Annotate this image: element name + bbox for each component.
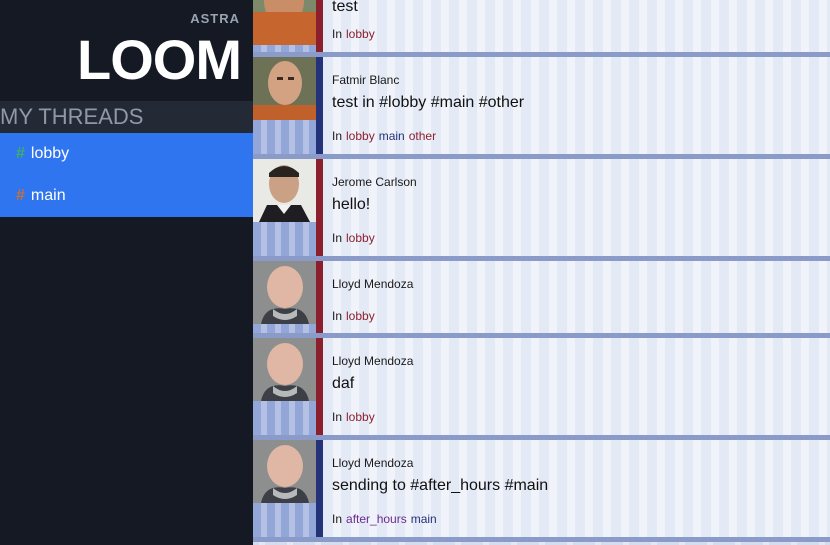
message-item: Fatmir Blanc test in #lobby #main #other…	[253, 57, 830, 154]
divider	[253, 537, 830, 542]
message-item: Jerome Carlson hello! In lobby	[253, 159, 830, 256]
sidebar-item-label: main	[30, 187, 66, 204]
channel-link[interactable]: lobby	[346, 27, 375, 41]
sidebar-item-lobby[interactable]: # lobby	[0, 133, 253, 175]
message-text: test in #lobby #main #other	[332, 94, 525, 111]
thread-list: # lobby # main	[0, 133, 253, 217]
channel-link[interactable]: after_hours	[346, 512, 407, 526]
channel-link[interactable]: lobby	[346, 129, 375, 143]
author-name[interactable]: Lloyd Mendoza	[332, 456, 413, 470]
channel-line: In lobby main other	[332, 129, 437, 143]
author-name[interactable]: Jerome Carlson	[332, 175, 417, 189]
message-item: test In lobby	[253, 0, 830, 52]
brand-logo[interactable]: LOOM	[77, 28, 242, 92]
sidebar: ASTRA LOOM MY THREADS # lobby # main	[0, 0, 253, 545]
channel-line: In lobby	[332, 27, 375, 41]
message-item: Lloyd Mendoza daf In lobby	[253, 338, 830, 435]
author-name[interactable]: Lloyd Mendoza	[332, 277, 413, 291]
channel-link[interactable]: lobby	[346, 309, 375, 323]
channel-line: In lobby	[332, 231, 375, 245]
author-name[interactable]: Fatmir Blanc	[332, 73, 399, 87]
message-text: test	[332, 0, 358, 15]
hash-icon: #	[16, 145, 25, 162]
message-item: Lloyd Mendoza In lobby	[253, 261, 830, 333]
message-text: daf	[332, 375, 355, 392]
avatar[interactable]	[253, 338, 316, 401]
channel-line: In lobby	[332, 410, 375, 424]
avatar[interactable]	[253, 159, 316, 222]
avatar[interactable]	[253, 0, 316, 45]
section-title: MY THREADS	[0, 101, 253, 133]
channel-link[interactable]: main	[379, 129, 405, 143]
channel-link[interactable]: lobby	[346, 410, 375, 424]
message-text: hello!	[332, 196, 371, 213]
sidebar-item-label: lobby	[30, 145, 70, 162]
channel-link[interactable]: other	[409, 129, 436, 143]
brand-subtitle: ASTRA	[190, 11, 240, 26]
author-name[interactable]: Lloyd Mendoza	[332, 354, 413, 368]
sidebar-item-main[interactable]: # main	[0, 175, 253, 217]
avatar[interactable]	[253, 57, 316, 120]
channel-link[interactable]: main	[411, 512, 437, 526]
avatar[interactable]	[253, 261, 316, 324]
message-text: sending to #after_hours #main	[332, 477, 549, 494]
message-item: Lloyd Mendoza sending to #after_hours #m…	[253, 440, 830, 537]
hash-icon: #	[16, 187, 25, 204]
channel-line: In lobby	[332, 309, 375, 323]
channel-link[interactable]: lobby	[346, 231, 375, 245]
channel-line: In after_hours main	[332, 512, 437, 526]
avatar[interactable]	[253, 440, 316, 503]
message-feed[interactable]: test In lobby Fatmir Blanc test in #lobby…	[253, 0, 830, 545]
